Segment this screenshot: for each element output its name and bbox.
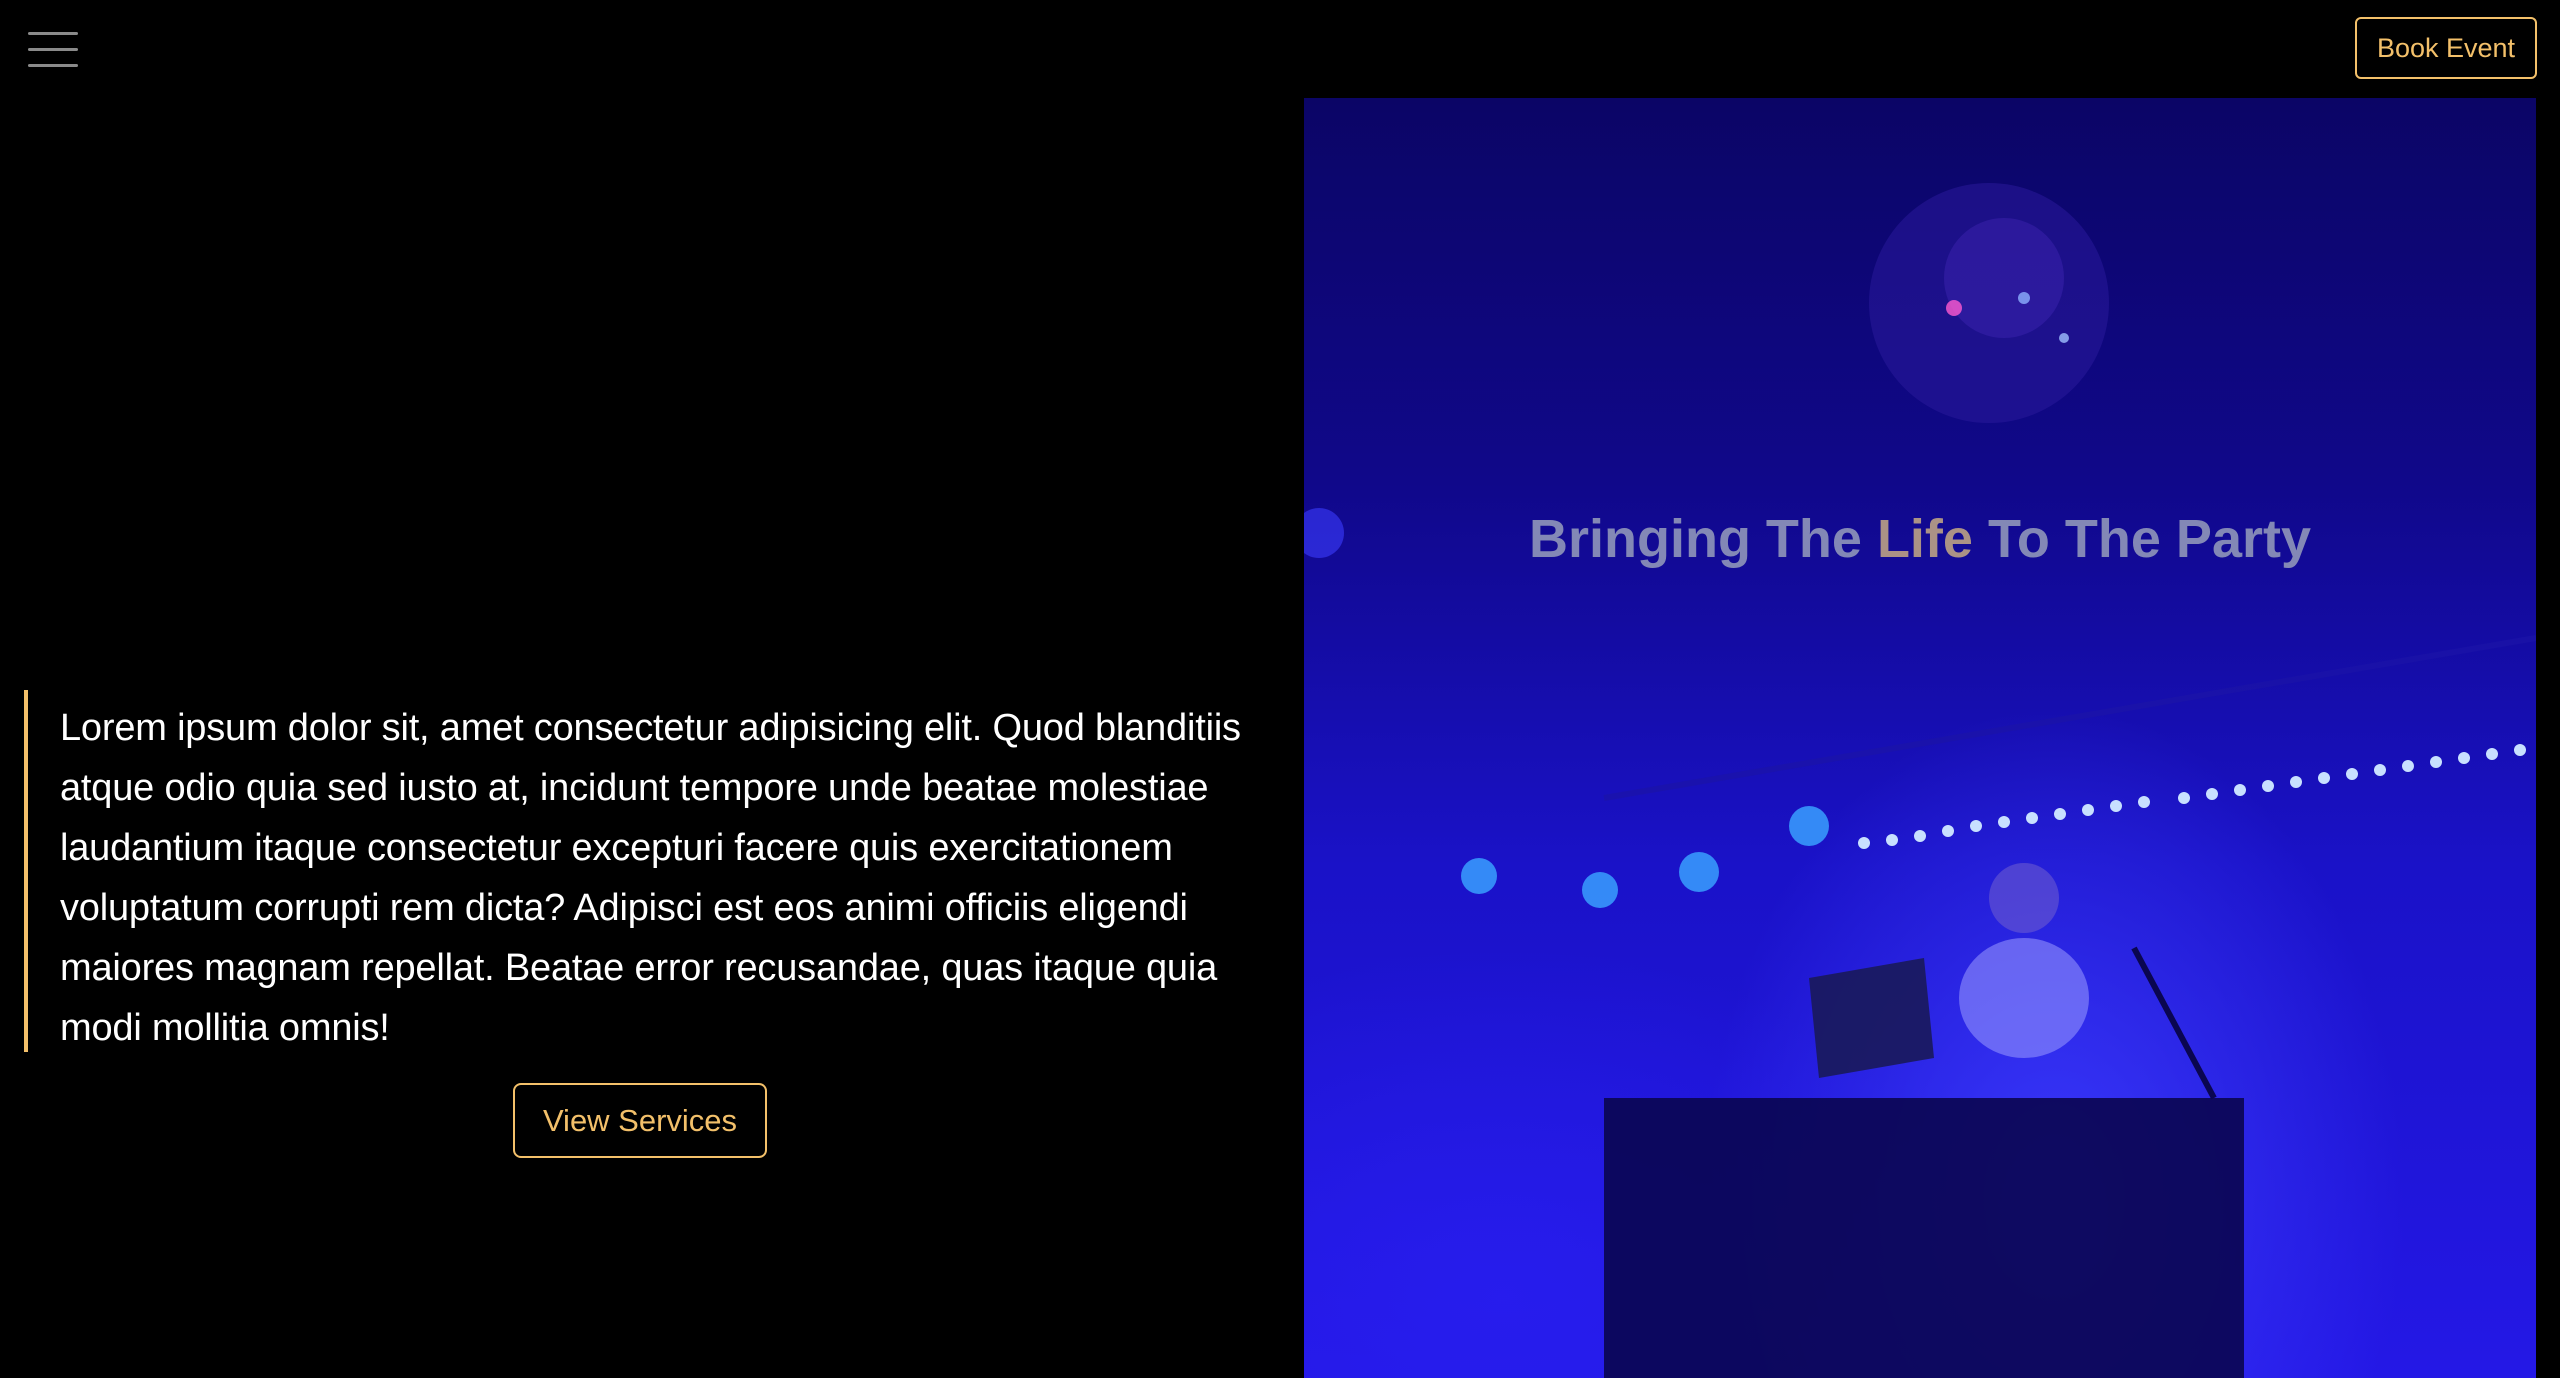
- stage-light: [1789, 806, 1829, 846]
- hero-image: Bringing The Life To The Party: [1304, 98, 2536, 1378]
- hamburger-line-middle: [28, 48, 78, 51]
- hamburger-line-bottom: [28, 64, 78, 67]
- led-strip: [1858, 744, 2526, 849]
- hero-title-end: To The Party: [1972, 509, 2312, 569]
- hamburger-line-top: [28, 32, 78, 35]
- disco-sparkle: [1946, 300, 1962, 316]
- intro-quote: Lorem ipsum dolor sit, amet consectetur …: [24, 690, 1254, 1052]
- book-event-button[interactable]: Book Event: [2355, 17, 2537, 79]
- view-services-button[interactable]: View Services: [513, 1083, 767, 1158]
- disco-sparkle: [2018, 292, 2030, 304]
- stage-light: [1679, 852, 1719, 892]
- laptop: [1809, 958, 1934, 1078]
- hamburger-menu-icon[interactable]: [28, 30, 78, 70]
- intro-text: Lorem ipsum dolor sit, amet consectetur …: [60, 707, 1241, 1049]
- stage-light: [1582, 872, 1618, 908]
- mic-stand: [2131, 946, 2217, 1100]
- lighting-truss: [1603, 635, 2536, 801]
- page: Book Event Lorem ipsum dolor sit, amet c…: [0, 0, 2560, 1378]
- disco-ball-highlight: [1944, 218, 2064, 338]
- disco-sparkle: [2059, 333, 2069, 343]
- dj-body: [1959, 938, 2089, 1058]
- stage-light: [1461, 858, 1497, 894]
- hero-title-accent: Life: [1876, 509, 1973, 569]
- hero-title: Bringing The Life To The Party: [1304, 508, 2536, 570]
- dj-head: [1989, 863, 2059, 933]
- dj-scene-illustration: [1304, 183, 2536, 1378]
- hero-title-start: Bringing The: [1528, 509, 1877, 569]
- dj-table: [1604, 1098, 2244, 1378]
